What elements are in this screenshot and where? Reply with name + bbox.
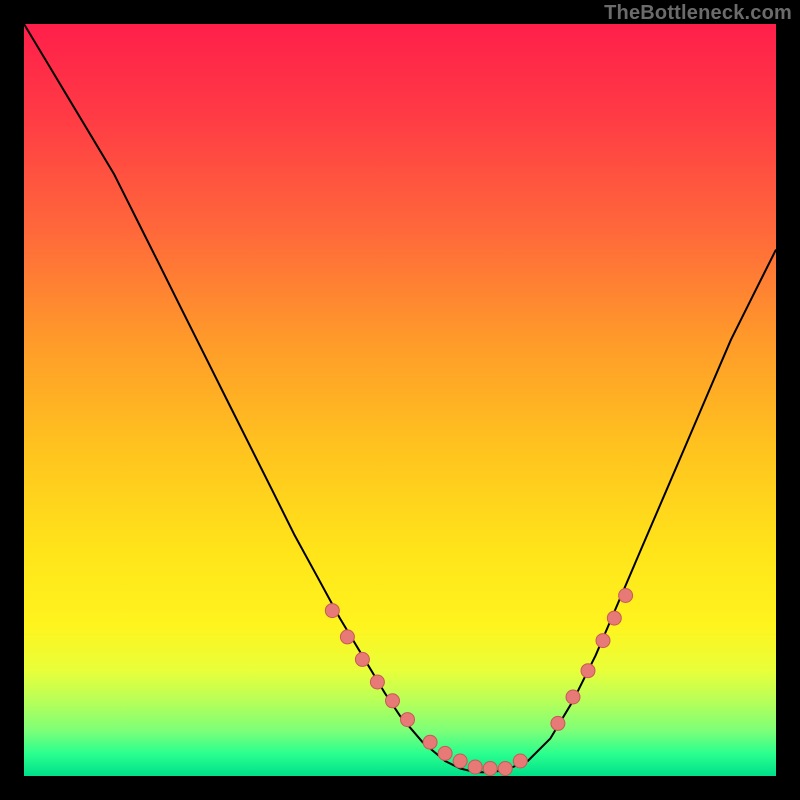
curve-marker [498, 762, 512, 776]
curve-marker [401, 713, 415, 727]
curve-marker [325, 604, 339, 618]
curve-marker [551, 716, 565, 730]
curve-marker [423, 735, 437, 749]
curve-marker [607, 611, 621, 625]
curve-marker [581, 664, 595, 678]
marker-series [325, 589, 632, 776]
curve-marker [340, 630, 354, 644]
curve-marker [355, 652, 369, 666]
curve-marker [513, 754, 527, 768]
curve-marker [483, 762, 497, 776]
plot-area [24, 24, 776, 776]
curve-marker [386, 694, 400, 708]
curve-marker [596, 634, 610, 648]
curve-marker [438, 746, 452, 760]
curve-marker [619, 589, 633, 603]
curve-marker [566, 690, 580, 704]
curve-marker [370, 675, 384, 689]
curve-marker [468, 760, 482, 774]
watermark-text: TheBottleneck.com [604, 2, 792, 25]
curve-marker [453, 754, 467, 768]
chart-svg [24, 24, 776, 776]
bottleneck-curve [24, 24, 776, 772]
outer-frame: TheBottleneck.com [0, 0, 800, 800]
